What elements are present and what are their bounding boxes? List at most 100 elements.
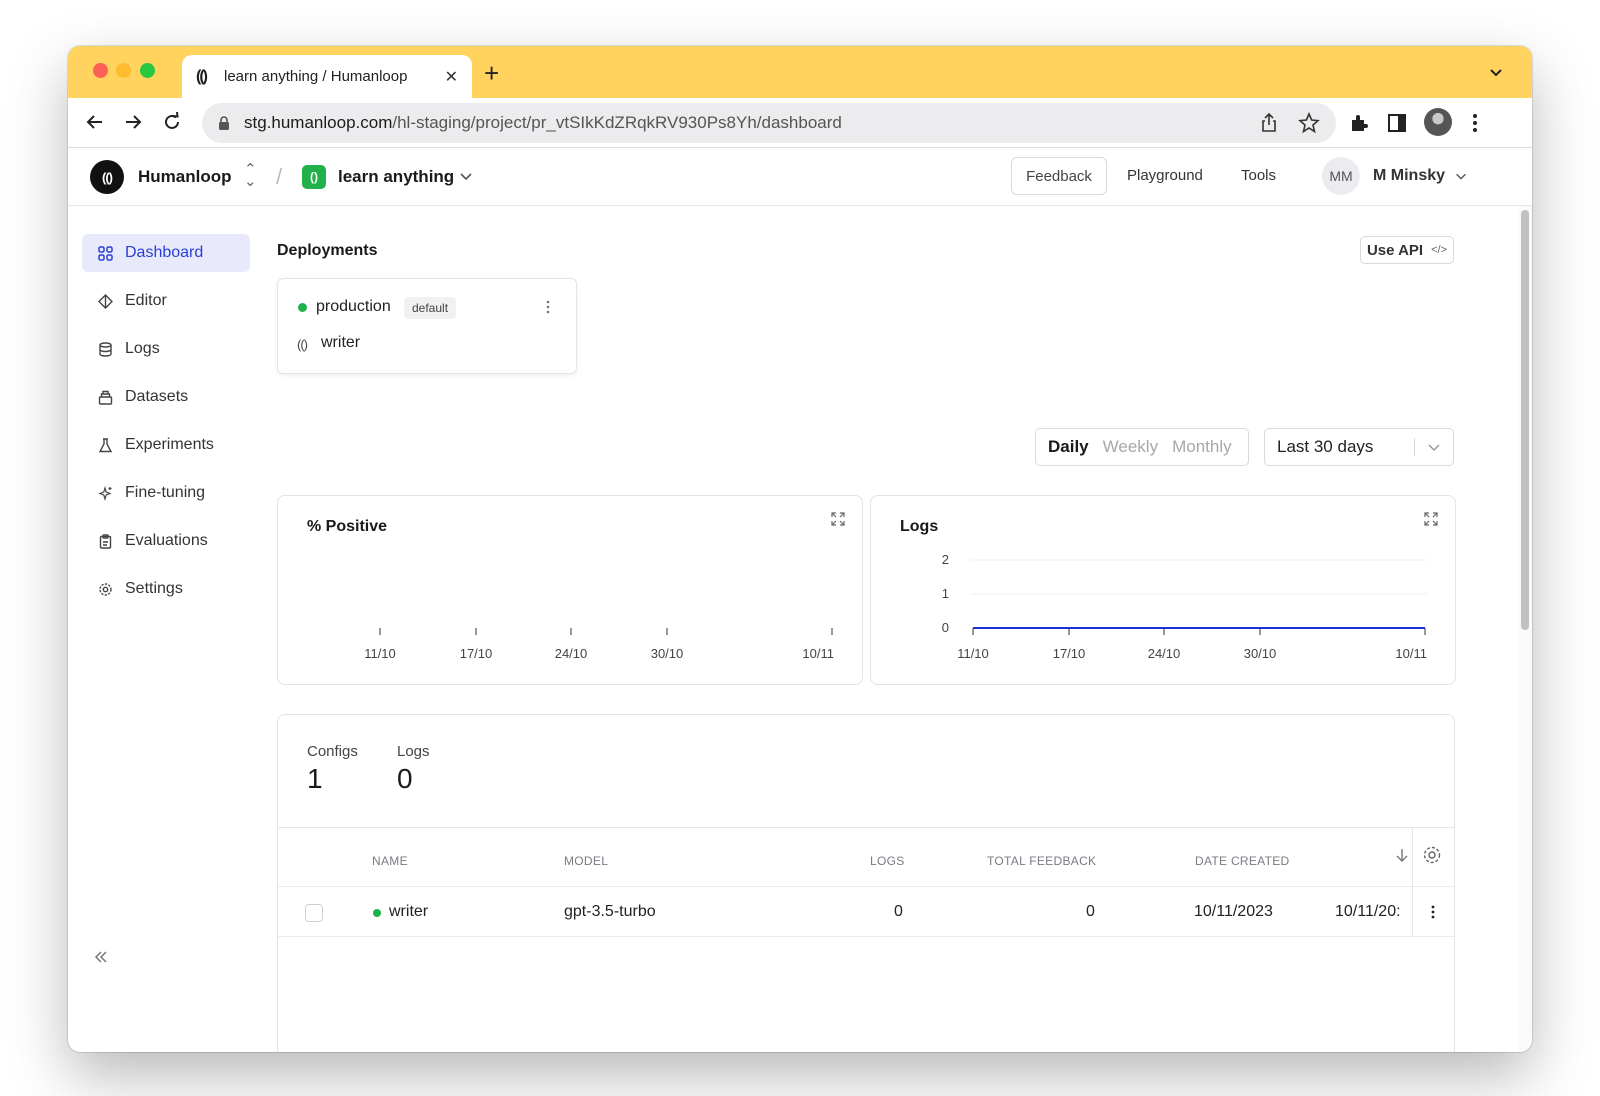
sidebar-item-label: Datasets (125, 388, 189, 405)
y-tick-label: 1 (942, 586, 949, 601)
browser-toolbar: stg.humanloop.com/hl-staging/project/pr_… (68, 98, 1532, 148)
use-api-label: Use API (1366, 241, 1424, 259)
row-more-options-icon[interactable] (1425, 904, 1441, 920)
user-avatar[interactable]: MM (1322, 157, 1360, 195)
maximize-window-button[interactable] (140, 63, 155, 78)
collapse-sidebar-icon[interactable] (92, 948, 110, 966)
chevron-down-icon (1428, 444, 1440, 452)
use-api-button[interactable]: Use API </> (1360, 236, 1454, 264)
new-tab-button[interactable]: + (484, 58, 499, 89)
logs-chart-card: Logs 11/10 17/10 24/10 30/10 10/11 0 1 2 (870, 495, 1456, 685)
logs-label: Logs (397, 743, 430, 760)
extensions-puzzle-icon[interactable] (1348, 112, 1370, 134)
sidebar-item-dashboard[interactable]: Dashboard (82, 234, 250, 272)
project-logo: () (302, 165, 326, 189)
dashboard-icon (98, 245, 113, 261)
configs-card: Configs 1 Logs 0 NAME MODEL LOGS TOTAL F… (277, 714, 1455, 1052)
minimize-window-button[interactable] (116, 63, 131, 78)
sidebar-item-experiments[interactable]: Experiments (82, 426, 250, 464)
sidebar-item-settings[interactable]: Settings (82, 570, 250, 608)
breadcrumb-separator: / (276, 164, 283, 189)
sparkle-icon (98, 485, 112, 501)
sidebar-item-label: Evaluations (125, 532, 208, 549)
tools-link[interactable]: Tools (1241, 167, 1276, 184)
project-name[interactable]: learn anything (338, 167, 454, 187)
config-icon: (() (297, 337, 308, 352)
chevron-down-icon[interactable] (1454, 169, 1468, 183)
deployments-title: Deployments (277, 242, 378, 259)
org-logo[interactable]: (() (90, 160, 124, 194)
x-tick-label: 11/10 (364, 646, 396, 661)
column-header-logs[interactable]: LOGS (870, 854, 905, 868)
daily-option[interactable]: Daily (1048, 437, 1089, 457)
date-range-select[interactable]: Last 30 days (1264, 428, 1454, 466)
sort-arrow-icon[interactable] (1395, 847, 1409, 863)
browser-tab[interactable]: (() learn anything / Humanloop ✕ (182, 55, 472, 98)
x-tick-label: 10/11 (802, 646, 834, 661)
share-icon[interactable] (1258, 112, 1280, 134)
status-dot (373, 909, 381, 917)
weekly-option[interactable]: Weekly (1103, 437, 1158, 457)
logs-count: 0 (397, 763, 413, 794)
tab-search-chevron-icon[interactable] (1488, 64, 1504, 80)
lock-icon (219, 116, 229, 130)
sidebar-item-logs[interactable]: Logs (82, 330, 250, 368)
close-window-button[interactable] (93, 63, 108, 78)
clipboard-icon (99, 533, 112, 549)
forward-arrow-icon[interactable] (120, 109, 146, 135)
browser-profile-avatar[interactable] (1424, 108, 1452, 136)
column-header-name[interactable]: NAME (372, 854, 408, 868)
positive-chart-plot: 11/10 17/10 24/10 30/10 10/11 (364, 628, 834, 661)
humanloop-favicon-icon: (() (196, 67, 208, 85)
datasets-icon (98, 390, 113, 405)
x-tick-label: 24/10 (555, 646, 588, 661)
sidebar: Dashboard Editor Logs Datasets Experimen… (68, 206, 268, 1052)
table-row[interactable]: writer gpt-3.5-turbo 0 0 10/11/2023 10/1… (278, 887, 1454, 937)
sidebar-item-evaluations[interactable]: Evaluations (82, 522, 250, 560)
app-header: (() Humanloop ⌃ ⌄ / () learn anything Fee… (68, 148, 1532, 206)
bookmark-star-icon[interactable] (1298, 112, 1320, 134)
org-switcher-icon[interactable]: ⌃ ⌄ (244, 162, 257, 189)
positive-chart-card: % Positive 11/10 17/10 24/10 30/10 10/11 (277, 495, 863, 685)
more-options-icon[interactable] (540, 299, 556, 315)
monthly-option[interactable]: Monthly (1172, 437, 1232, 457)
address-bar[interactable]: stg.humanloop.com/hl-staging/project/pr_… (202, 103, 1336, 143)
scrollbar-thumb[interactable] (1521, 210, 1529, 630)
select-divider (1414, 438, 1415, 456)
column-header-total-feedback[interactable]: TOTAL FEEDBACK (987, 854, 1096, 868)
feedback-button[interactable]: Feedback (1011, 157, 1107, 195)
cell-name: writer (389, 903, 429, 920)
browser-menu-icon[interactable] (1464, 112, 1486, 134)
cell-date-updated: 10/11/20: (1335, 903, 1401, 920)
sidebar-item-datasets[interactable]: Datasets (82, 378, 250, 416)
gear-icon (99, 582, 112, 596)
main-content: Deployments Use API </> production defau… (268, 206, 1498, 1052)
x-tick-label: 10/11 (1395, 646, 1427, 661)
x-tick-label: 30/10 (651, 646, 684, 661)
cell-date-created: 10/11/2023 (1194, 903, 1273, 920)
code-icon: </> (1431, 244, 1448, 256)
deployment-card[interactable]: production default (() writer (277, 278, 577, 374)
column-header-date-created[interactable]: DATE CREATED (1195, 854, 1290, 868)
playground-link[interactable]: Playground (1127, 167, 1203, 184)
sidebar-item-fine-tuning[interactable]: Fine-tuning (82, 474, 250, 512)
row-checkbox[interactable] (305, 904, 323, 922)
chevron-down-icon[interactable] (458, 168, 474, 184)
reload-icon[interactable] (159, 109, 185, 135)
tab-title: learn anything / Humanloop (224, 68, 408, 85)
y-tick-label: 2 (942, 552, 949, 567)
environment-name: production (316, 298, 391, 315)
granularity-toggle: Daily Weekly Monthly (1035, 428, 1249, 466)
user-name[interactable]: M Minsky (1373, 167, 1445, 185)
config-name[interactable]: writer (321, 334, 360, 352)
table-settings-gear-icon[interactable] (1422, 845, 1442, 865)
table-header: NAME MODEL LOGS TOTAL FEEDBACK DATE CREA… (278, 827, 1454, 887)
flask-icon (98, 437, 113, 452)
side-panel-icon[interactable] (1386, 112, 1408, 134)
date-range-value: Last 30 days (1277, 437, 1374, 456)
back-arrow-icon[interactable] (82, 109, 108, 135)
tab-close-icon[interactable]: ✕ (445, 67, 458, 87)
column-header-model[interactable]: MODEL (564, 854, 608, 868)
sidebar-item-editor[interactable]: Editor (82, 282, 250, 320)
org-name[interactable]: Humanloop (138, 167, 232, 187)
